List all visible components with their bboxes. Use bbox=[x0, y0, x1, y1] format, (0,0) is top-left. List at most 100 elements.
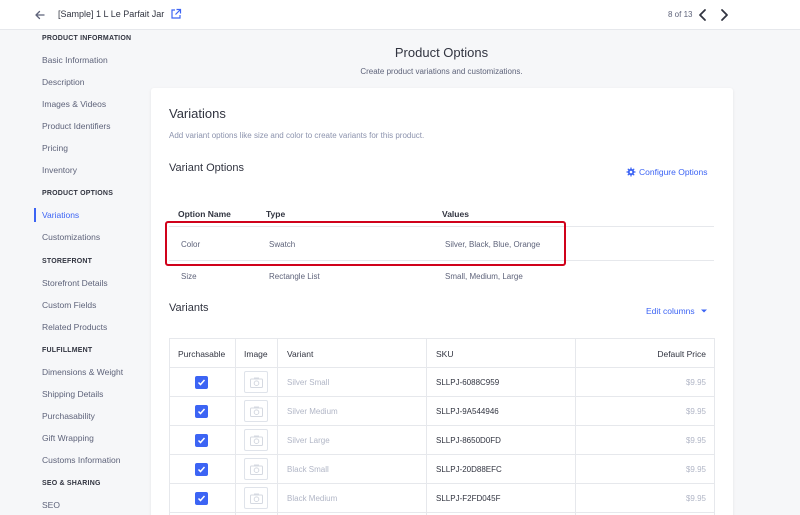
variant-price: $9.95 bbox=[685, 378, 706, 387]
col-option-name: Option Name bbox=[178, 209, 231, 219]
divider bbox=[426, 338, 427, 515]
divider bbox=[169, 367, 714, 368]
variant-price: $9.95 bbox=[685, 436, 706, 445]
sidebar-item-seo[interactable]: SEO bbox=[42, 500, 60, 510]
variations-card bbox=[151, 88, 733, 515]
option-values-size: Small, Medium, Large bbox=[445, 272, 523, 281]
pager-text: 8 of 13 bbox=[668, 10, 693, 19]
sidebar-item-images-videos[interactable]: Images & Videos bbox=[42, 99, 106, 109]
page-subtitle: Create product variations and customizat… bbox=[360, 67, 523, 76]
sidebar-item-purchasability[interactable]: Purchasability bbox=[42, 411, 95, 421]
sidebar-heading-product-options: PRODUCT OPTIONS bbox=[42, 190, 114, 197]
purchasable-checkbox[interactable] bbox=[195, 376, 208, 389]
gear-icon[interactable] bbox=[626, 167, 636, 177]
variant-name: Silver Medium bbox=[287, 407, 338, 416]
chevron-right-icon[interactable] bbox=[716, 7, 732, 23]
highlight-box bbox=[165, 221, 566, 266]
variant-name: Silver Large bbox=[287, 436, 330, 445]
sidebar-heading-seo-sharing: SEO & SHARING bbox=[42, 480, 101, 487]
checkmark-icon bbox=[197, 466, 206, 473]
edit-columns-button[interactable]: Edit columns bbox=[646, 306, 695, 316]
divider bbox=[714, 338, 715, 515]
variant-sku: SLLPJ-8650D0FD bbox=[436, 436, 501, 445]
variant-name: Black Medium bbox=[287, 494, 338, 503]
top-bar: [Sample] 1 L Le Parfait Jar 8 of 13 bbox=[0, 0, 800, 30]
col-variant: Variant bbox=[287, 349, 314, 359]
variant-sku: SLLPJ-20D88EFC bbox=[436, 465, 502, 474]
checkmark-icon bbox=[197, 408, 206, 415]
configure-options-link[interactable]: Configure Options bbox=[639, 167, 708, 177]
variant-name: Black Small bbox=[287, 465, 329, 474]
variants-title: Variants bbox=[169, 302, 209, 314]
sidebar-item-storefront-details[interactable]: Storefront Details bbox=[42, 278, 108, 288]
col-sku: SKU bbox=[436, 349, 454, 359]
purchasable-checkbox[interactable] bbox=[195, 492, 208, 505]
divider bbox=[169, 338, 714, 339]
sidebar-heading-fulfillment: FULFILLMENT bbox=[42, 347, 93, 354]
sidebar-item-description[interactable]: Description bbox=[42, 77, 85, 87]
divider bbox=[169, 483, 714, 484]
option-name-size: Size bbox=[181, 272, 197, 281]
image-placeholder-icon[interactable] bbox=[244, 487, 268, 509]
variant-options-title: Variant Options bbox=[169, 162, 245, 174]
sidebar-item-gift-wrapping[interactable]: Gift Wrapping bbox=[42, 433, 94, 443]
checkmark-icon bbox=[197, 437, 206, 444]
sidebar-item-inventory[interactable]: Inventory bbox=[42, 165, 77, 175]
sidebar-item-dimensions-weight[interactable]: Dimensions & Weight bbox=[42, 367, 123, 377]
checkmark-icon bbox=[197, 495, 206, 502]
caret-down-icon[interactable] bbox=[700, 308, 708, 314]
sidebar-item-custom-fields[interactable]: Custom Fields bbox=[42, 300, 96, 310]
sidebar-item-related-products[interactable]: Related Products bbox=[42, 322, 107, 332]
divider bbox=[169, 396, 714, 397]
divider bbox=[169, 338, 170, 515]
col-default-price: Default Price bbox=[657, 349, 706, 359]
image-placeholder-icon[interactable] bbox=[244, 429, 268, 451]
variant-sku: SLLPJ-F2FD045F bbox=[436, 494, 501, 503]
sidebar-heading-storefront: STOREFRONT bbox=[42, 258, 93, 265]
sidebar-item-basic-information[interactable]: Basic Information bbox=[42, 55, 108, 65]
col-image: Image bbox=[244, 349, 268, 359]
variant-sku: SLLPJ-9A544946 bbox=[436, 407, 499, 416]
variant-price: $9.95 bbox=[685, 407, 706, 416]
col-purchasable: Purchasable bbox=[178, 349, 226, 359]
variant-sku: SLLPJ-6088C959 bbox=[436, 378, 500, 387]
chevron-left-icon[interactable] bbox=[695, 7, 711, 23]
camera-icon bbox=[250, 493, 263, 504]
purchasable-checkbox[interactable] bbox=[195, 463, 208, 476]
image-placeholder-icon[interactable] bbox=[244, 458, 268, 480]
purchasable-checkbox[interactable] bbox=[195, 405, 208, 418]
col-type: Type bbox=[266, 209, 286, 219]
sidebar-item-variations[interactable]: Variations bbox=[42, 210, 79, 220]
camera-icon bbox=[250, 435, 263, 446]
image-placeholder-icon[interactable] bbox=[244, 371, 268, 393]
variations-title: Variations bbox=[169, 106, 226, 121]
sidebar-item-customizations[interactable]: Customizations bbox=[42, 232, 100, 242]
sidebar: PRODUCT INFORMATION Basic Information De… bbox=[0, 30, 150, 515]
active-indicator bbox=[34, 208, 36, 222]
camera-icon bbox=[250, 377, 263, 388]
col-values: Values bbox=[442, 209, 469, 219]
image-placeholder-icon[interactable] bbox=[244, 400, 268, 422]
variant-price: $9.95 bbox=[685, 465, 706, 474]
back-arrow-icon[interactable] bbox=[33, 8, 47, 22]
page-title: Product Options bbox=[394, 45, 489, 60]
camera-icon bbox=[250, 464, 263, 475]
product-title: [Sample] 1 L Le Parfait Jar bbox=[58, 9, 165, 19]
option-type-size: Rectangle List bbox=[269, 272, 320, 281]
external-link-icon[interactable] bbox=[170, 8, 182, 20]
divider bbox=[169, 454, 714, 455]
sidebar-item-product-identifiers[interactable]: Product Identifiers bbox=[42, 121, 111, 131]
divider bbox=[169, 425, 714, 426]
divider bbox=[169, 512, 714, 513]
variations-description: Add variant options like size and color … bbox=[169, 131, 425, 140]
divider bbox=[235, 338, 236, 515]
checkmark-icon bbox=[197, 379, 206, 386]
sidebar-item-customs-information[interactable]: Customs Information bbox=[42, 455, 120, 465]
divider bbox=[277, 338, 278, 515]
variant-name: Silver Small bbox=[287, 378, 330, 387]
camera-icon bbox=[250, 406, 263, 417]
variant-price: $9.95 bbox=[685, 494, 706, 503]
sidebar-item-pricing[interactable]: Pricing bbox=[42, 143, 68, 153]
sidebar-item-shipping-details[interactable]: Shipping Details bbox=[42, 389, 103, 399]
purchasable-checkbox[interactable] bbox=[195, 434, 208, 447]
